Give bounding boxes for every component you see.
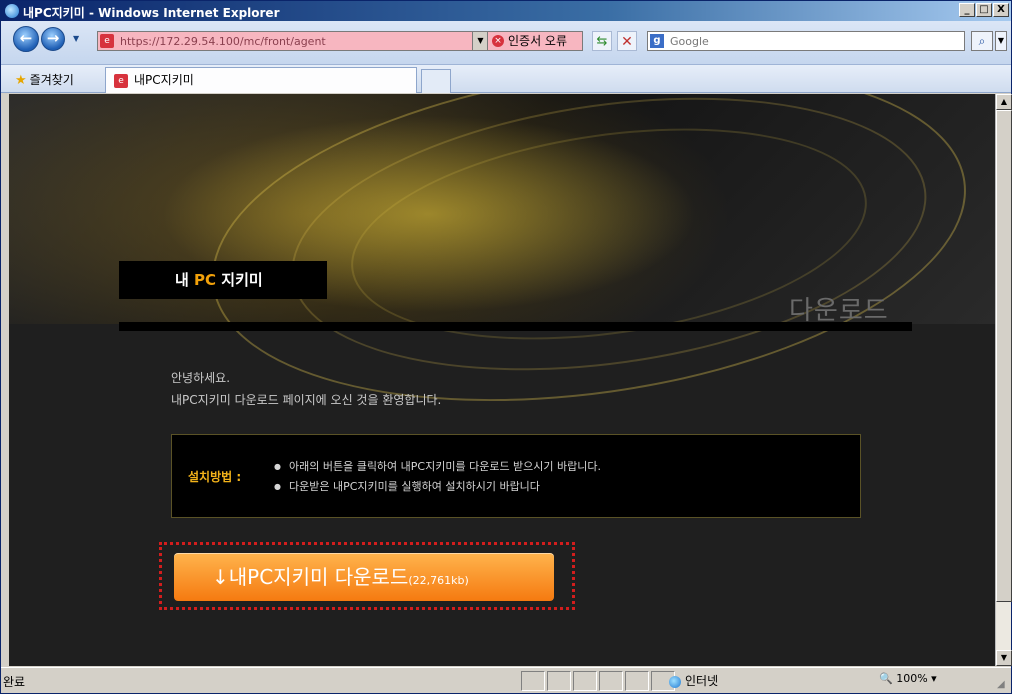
favorites-bar: ★ 즐겨찾기 e 내PC지키미 (1, 65, 1011, 93)
brand-suffix: 지키미 (221, 271, 263, 289)
zone-label: 인터넷 (685, 674, 719, 688)
status-panel (573, 671, 597, 691)
favorites-label: 즐겨찾기 (29, 73, 74, 87)
address-dropdown-icon[interactable]: ▼ (472, 32, 488, 50)
site-icon: e (100, 34, 114, 48)
search-input[interactable]: g Google (647, 31, 965, 51)
status-bar: 완료 인터넷 🔍 100% ▾ ◢ (1, 667, 1011, 693)
address-url[interactable]: https://172.29.54.100/mc/front/agent (120, 35, 326, 48)
divider (119, 322, 912, 331)
history-dropdown-icon[interactable]: ▼ (73, 34, 79, 43)
download-size: (22,761kb) (408, 574, 469, 587)
window-controls: _ □ X (959, 3, 1009, 17)
address-toolbar: ← → ▼ e https://172.29.54.100/mc/front/a… (1, 21, 1011, 65)
status-panel (521, 671, 545, 691)
status-panel (625, 671, 649, 691)
greeting-line: 안녕하세요. (171, 371, 231, 385)
status-panel (599, 671, 623, 691)
download-button[interactable]: ↓내PC지키미 다운로드(22,761kb) (174, 553, 554, 601)
cert-error-label: 인증서 오류 (508, 34, 568, 48)
google-icon: g (650, 34, 664, 48)
refresh-button[interactable]: ⇆ (592, 31, 612, 51)
new-tab-button[interactable] (421, 69, 451, 93)
maximize-button[interactable]: □ (976, 3, 992, 17)
brand-prefix: 내 (175, 271, 189, 289)
scroll-up-icon[interactable]: ▲ (996, 94, 1012, 110)
star-icon: ★ (15, 73, 27, 88)
back-button[interactable]: ← (13, 26, 39, 52)
brand-logo: 내 PC 지키미 (119, 261, 327, 299)
favorites-button[interactable]: ★ 즐겨찾기 (15, 71, 74, 88)
security-zone: 인터넷 (669, 672, 718, 689)
ie-logo-icon (5, 4, 19, 18)
search-placeholder: Google (670, 35, 709, 48)
title-bar: 내PC지키미 - Windows Internet Explorer _ □ X (1, 1, 1011, 21)
install-step: 다운받은 내PC지키미를 실행하여 설치하시기 바랍니다 (274, 477, 601, 497)
window-title: 내PC지키미 - Windows Internet Explorer (23, 6, 280, 20)
scroll-down-icon[interactable]: ▼ (996, 650, 1012, 666)
browser-window: 내PC지키미 - Windows Internet Explorer _ □ X… (0, 0, 1012, 694)
scroll-thumb[interactable] (996, 110, 1012, 602)
page-content: 내 PC 지키미 다운로드 안녕하세요. 내PC지키미 다운로드 페이지에 오신… (9, 94, 995, 666)
status-text: 완료 (3, 675, 26, 689)
tab-title: 내PC지키미 (134, 73, 194, 87)
address-bar[interactable]: e https://172.29.54.100/mc/front/agent ▼ (97, 31, 489, 51)
tab-current[interactable]: e 내PC지키미 (105, 67, 417, 93)
zoom-level: 100% (896, 672, 928, 685)
status-panel (547, 671, 571, 691)
download-focus-outline: ↓내PC지키미 다운로드(22,761kb) (159, 542, 575, 610)
stop-button[interactable]: ✕ (617, 31, 637, 51)
zoom-control[interactable]: 🔍 100% ▾ (879, 672, 937, 685)
greeting-line: 내PC지키미 다운로드 페이지에 오신 것을 환영합니다. (171, 393, 442, 407)
install-instructions: 설치방법 : 아래의 버튼을 클릭하여 내PC지키미를 다운로드 받으시기 바랍… (171, 434, 861, 518)
close-button[interactable]: X (993, 3, 1009, 17)
download-button-label: ↓내PC지키미 다운로드 (212, 565, 409, 589)
minimize-button[interactable]: _ (959, 3, 975, 17)
search-button[interactable]: ⌕ (971, 31, 993, 51)
search-options-dropdown-icon[interactable]: ▼ (995, 31, 1007, 51)
install-label: 설치방법 : (188, 470, 242, 484)
status-panels (521, 671, 675, 691)
install-steps: 아래의 버튼을 클릭하여 내PC지키미를 다운로드 받으시기 바랍니다. 다운받… (274, 457, 601, 497)
shield-error-icon: × (492, 35, 504, 47)
greeting: 안녕하세요. 내PC지키미 다운로드 페이지에 오신 것을 환영합니다. (171, 367, 441, 411)
cert-error-button[interactable]: × 인증서 오류 (487, 31, 583, 51)
tab-site-icon: e (114, 74, 128, 88)
brand-pc: PC (194, 271, 217, 289)
vertical-scrollbar[interactable]: ▲ ▼ (995, 94, 1012, 666)
resize-grip-icon[interactable]: ◢ (997, 679, 1009, 691)
globe-icon (669, 675, 681, 688)
forward-button[interactable]: → (41, 27, 65, 51)
install-step: 아래의 버튼을 클릭하여 내PC지키미를 다운로드 받으시기 바랍니다. (274, 457, 601, 477)
